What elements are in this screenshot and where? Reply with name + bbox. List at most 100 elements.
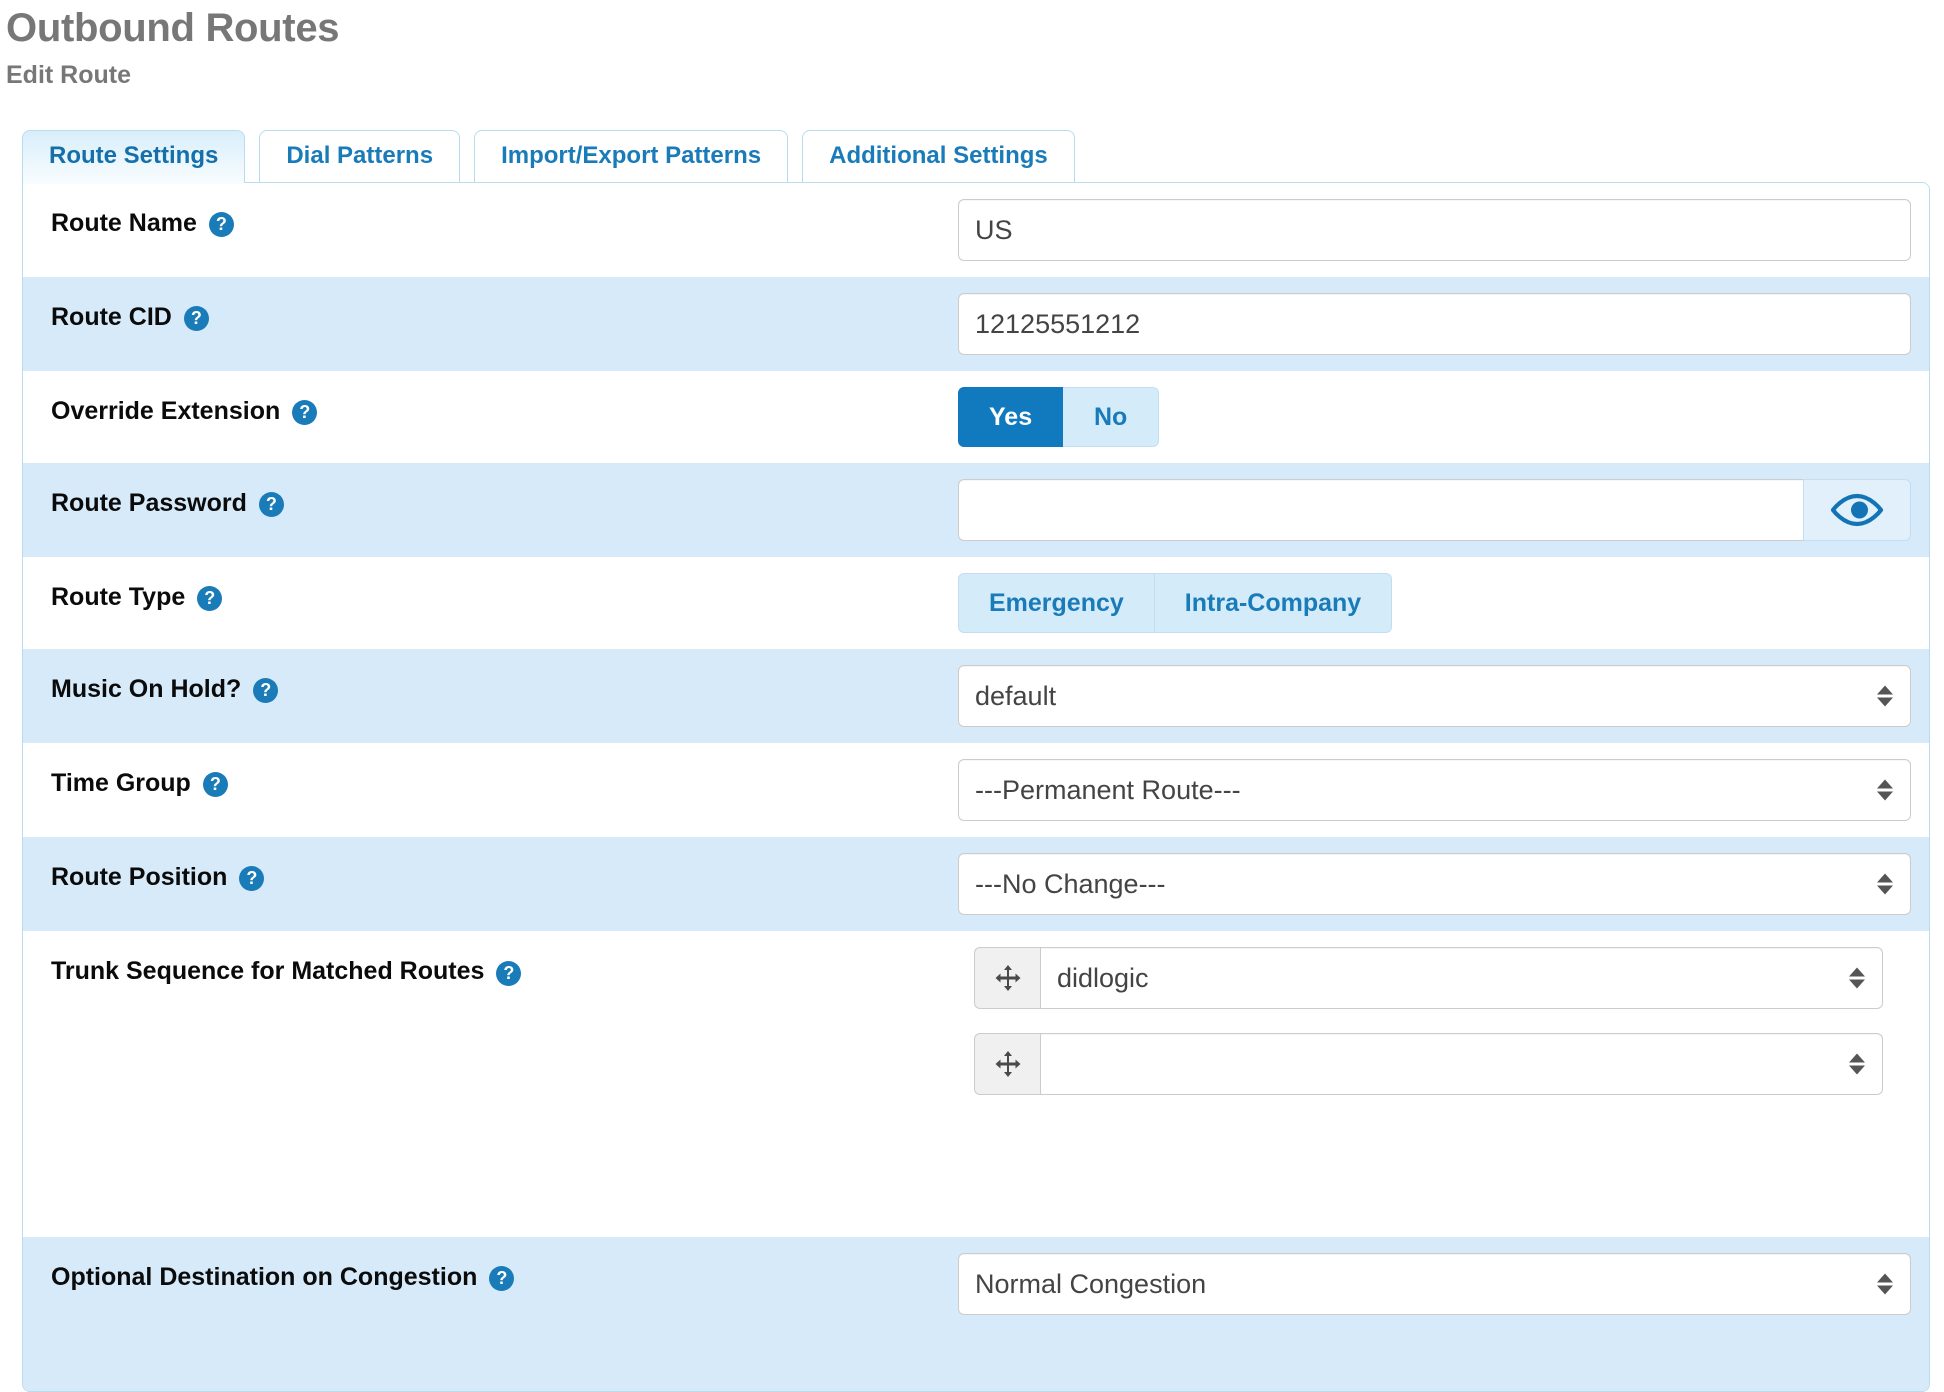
trunk-sequence-label-cell: Trunk Sequence for Matched Routes ? xyxy=(23,931,958,986)
trunk-select-1[interactable]: didlogic xyxy=(1040,947,1883,1009)
route-name-label-cell: Route Name ? xyxy=(23,183,958,238)
override-extension-control-cell: Yes No xyxy=(958,371,1929,463)
route-password-label-cell: Route Password ? xyxy=(23,463,958,518)
override-extension-label-cell: Override Extension ? xyxy=(23,371,958,426)
help-icon[interactable]: ? xyxy=(292,400,317,425)
override-extension-no-button[interactable]: No xyxy=(1063,387,1159,447)
route-position-select[interactable]: ---No Change--- xyxy=(958,853,1911,915)
help-icon[interactable]: ? xyxy=(184,306,209,331)
route-cid-control-cell xyxy=(958,277,1929,371)
optional-destination-select-wrap: Normal Congestion xyxy=(958,1253,1911,1315)
route-password-control-cell xyxy=(958,463,1929,557)
route-type-intra-company-button[interactable]: Intra-Company xyxy=(1155,573,1392,633)
help-icon[interactable]: ? xyxy=(259,492,284,517)
music-on-hold-select-wrap: default xyxy=(958,665,1911,727)
route-position-control-cell: ---No Change--- xyxy=(958,837,1929,931)
help-icon[interactable]: ? xyxy=(203,772,228,797)
page-subtitle: Edit Route xyxy=(0,51,1944,90)
help-glyph: ? xyxy=(204,589,215,607)
tab-label: Dial Patterns xyxy=(286,142,433,169)
route-position-label-cell: Route Position ? xyxy=(23,837,958,892)
form-row-time-group: Time Group ? ---Permanent Route--- xyxy=(23,743,1929,837)
optional-destination-control-cell: Normal Congestion xyxy=(958,1237,1929,1331)
move-handle-icon[interactable] xyxy=(974,1033,1040,1095)
route-settings-panel: Route Name ? Route CID ? Override Extens… xyxy=(22,182,1930,1392)
tab-label: Route Settings xyxy=(49,142,218,169)
tab-additional-settings[interactable]: Additional Settings xyxy=(802,130,1075,182)
route-position-label: Route Position xyxy=(51,863,227,892)
trunk-sequence-spacer xyxy=(23,1161,1929,1237)
route-password-group xyxy=(958,479,1911,541)
music-on-hold-label-cell: Music On Hold? ? xyxy=(23,649,958,704)
tab-label: Additional Settings xyxy=(829,142,1048,169)
time-group-select[interactable]: ---Permanent Route--- xyxy=(958,759,1911,821)
trunk-sequence-row: didlogic xyxy=(974,947,1883,1009)
music-on-hold-label: Music On Hold? xyxy=(51,675,241,704)
trunk-select-wrap: didlogic xyxy=(1040,947,1883,1009)
help-icon[interactable]: ? xyxy=(496,961,521,986)
help-glyph: ? xyxy=(496,1269,507,1287)
time-group-control-cell: ---Permanent Route--- xyxy=(958,743,1929,837)
form-row-override-extension: Override Extension ? Yes No xyxy=(23,371,1929,463)
form-row-route-name: Route Name ? xyxy=(23,183,1929,277)
tab-bar: Route Settings Dial Patterns Import/Expo… xyxy=(22,130,1944,182)
help-icon[interactable]: ? xyxy=(239,866,264,891)
form-row-route-password: Route Password ? xyxy=(23,463,1929,557)
help-glyph: ? xyxy=(266,495,277,513)
help-icon[interactable]: ? xyxy=(253,678,278,703)
help-glyph: ? xyxy=(210,775,221,793)
trunk-sequence-label: Trunk Sequence for Matched Routes xyxy=(51,957,484,986)
route-name-input[interactable] xyxy=(958,199,1911,261)
route-name-control-cell xyxy=(958,183,1929,277)
help-glyph: ? xyxy=(216,215,227,233)
tab-route-settings[interactable]: Route Settings xyxy=(22,130,245,182)
panel-bottom-spacer xyxy=(23,1331,1929,1391)
move-handle-icon[interactable] xyxy=(974,947,1040,1009)
tab-label: Import/Export Patterns xyxy=(501,142,761,169)
route-type-label: Route Type xyxy=(51,583,185,612)
form-row-music-on-hold: Music On Hold? ? default xyxy=(23,649,1929,743)
override-extension-toggle-group: Yes No xyxy=(958,387,1159,447)
trunk-sequence-list: didlogic xyxy=(958,947,1883,1095)
route-name-label: Route Name xyxy=(51,209,197,238)
time-group-label-cell: Time Group ? xyxy=(23,743,958,798)
help-glyph: ? xyxy=(503,964,514,982)
form-row-route-cid: Route CID ? xyxy=(23,277,1929,371)
help-icon[interactable]: ? xyxy=(489,1266,514,1291)
music-on-hold-select[interactable]: default xyxy=(958,665,1911,727)
music-on-hold-control-cell: default xyxy=(958,649,1929,743)
route-type-toggle-group: Emergency Intra-Company xyxy=(958,573,1392,633)
override-extension-yes-button[interactable]: Yes xyxy=(958,387,1063,447)
override-extension-label: Override Extension xyxy=(51,397,280,426)
route-password-input[interactable] xyxy=(958,479,1803,541)
route-position-select-wrap: ---No Change--- xyxy=(958,853,1911,915)
help-glyph: ? xyxy=(260,681,271,699)
form-row-route-position: Route Position ? ---No Change--- xyxy=(23,837,1929,931)
tab-import-export-patterns[interactable]: Import/Export Patterns xyxy=(474,130,788,182)
help-icon[interactable]: ? xyxy=(209,212,234,237)
route-cid-label-cell: Route CID ? xyxy=(23,277,958,332)
optional-destination-label: Optional Destination on Congestion xyxy=(51,1263,477,1292)
outbound-routes-page: Outbound Routes Edit Route Route Setting… xyxy=(0,0,1944,1392)
page-title: Outbound Routes xyxy=(0,0,1944,51)
optional-destination-label-cell: Optional Destination on Congestion ? xyxy=(23,1237,958,1292)
form-row-optional-destination: Optional Destination on Congestion ? Nor… xyxy=(23,1237,1929,1331)
route-type-control-cell: Emergency Intra-Company xyxy=(958,557,1929,649)
form-row-route-type: Route Type ? Emergency Intra-Company xyxy=(23,557,1929,649)
eye-icon[interactable] xyxy=(1803,479,1911,541)
help-icon[interactable]: ? xyxy=(197,586,222,611)
trunk-sequence-control-cell: didlogic xyxy=(958,931,1929,1111)
route-password-label: Route Password xyxy=(51,489,247,518)
help-glyph: ? xyxy=(191,309,202,327)
help-glyph: ? xyxy=(299,403,310,421)
optional-destination-select[interactable]: Normal Congestion xyxy=(958,1253,1911,1315)
tab-dial-patterns[interactable]: Dial Patterns xyxy=(259,130,460,182)
route-type-emergency-button[interactable]: Emergency xyxy=(958,573,1155,633)
time-group-select-wrap: ---Permanent Route--- xyxy=(958,759,1911,821)
route-cid-input[interactable] xyxy=(958,293,1911,355)
trunk-sequence-row xyxy=(974,1033,1883,1095)
help-glyph: ? xyxy=(246,869,257,887)
trunk-select-2[interactable] xyxy=(1040,1033,1883,1095)
route-type-label-cell: Route Type ? xyxy=(23,557,958,612)
time-group-label: Time Group xyxy=(51,769,191,798)
